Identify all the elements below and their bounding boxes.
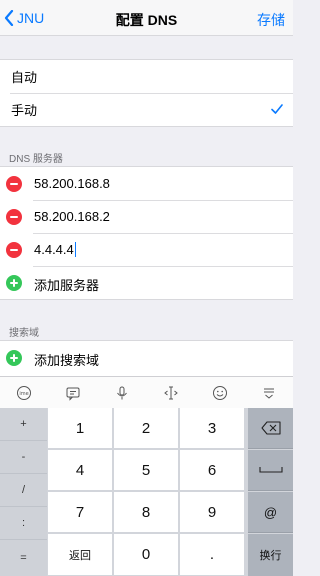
dns-server-value[interactable]: 58.200.168.2: [34, 209, 110, 224]
key-at[interactable]: @: [248, 492, 293, 533]
search-domain-group: 添加搜索域: [0, 340, 293, 380]
key-6[interactable]: 6: [180, 450, 245, 491]
dns-server-row[interactable]: 58.200.168.8: [0, 167, 293, 200]
return-key[interactable]: 换行: [248, 534, 293, 576]
dns-section-header: DNS 服务器: [9, 154, 63, 165]
mode-group: 自动 手动: [0, 59, 293, 127]
delete-icon[interactable]: [6, 242, 22, 258]
key-1[interactable]: 1: [48, 408, 113, 449]
page-title: 配置 DNS: [115, 12, 178, 28]
nav-bar: JNU 配置 DNS 存储: [0, 0, 293, 36]
search-section-header: 搜索域: [9, 328, 39, 339]
smiley-icon[interactable]: [195, 377, 244, 408]
key-0[interactable]: 0: [114, 534, 179, 576]
key-dot[interactable]: .: [180, 534, 245, 576]
text-cursor: [74, 242, 76, 257]
add-search-domain-row[interactable]: 添加搜索域: [0, 341, 293, 374]
symbol-column: + - / : =: [0, 408, 47, 576]
microphone-icon[interactable]: [98, 377, 147, 408]
number-keypad: + - / : = 1 2 3 4 5 6 7 8 9 返回 0 . @ 换行: [0, 408, 293, 576]
key-8[interactable]: 8: [114, 492, 179, 533]
key-4[interactable]: 4: [48, 450, 113, 491]
checkmark-icon: [271, 104, 283, 114]
key-back[interactable]: 返回: [48, 534, 113, 576]
input-method-icon[interactable]: ime: [0, 377, 49, 408]
key-colon[interactable]: :: [0, 507, 47, 540]
dns-server-value[interactable]: 58.200.168.8: [34, 176, 110, 191]
key-5[interactable]: 5: [114, 450, 179, 491]
key-slash[interactable]: /: [0, 474, 47, 507]
key-9[interactable]: 9: [180, 492, 245, 533]
dns-server-input[interactable]: 4.4.4.4: [34, 242, 76, 257]
backspace-key[interactable]: [248, 408, 293, 449]
dns-server-row[interactable]: 58.200.168.2: [0, 200, 293, 233]
add-icon[interactable]: [6, 350, 22, 366]
svg-text:ime: ime: [20, 391, 29, 397]
add-search-domain-label: 添加搜索域: [34, 353, 100, 368]
add-server-label: 添加服务器: [34, 278, 100, 293]
key-3[interactable]: 3: [180, 408, 245, 449]
option-manual[interactable]: 手动: [0, 93, 293, 126]
option-auto-label: 自动: [11, 70, 38, 85]
delete-icon[interactable]: [6, 209, 22, 225]
dismiss-keyboard-icon[interactable]: [244, 377, 293, 408]
key-2[interactable]: 2: [114, 408, 179, 449]
emoji-text-icon[interactable]: [49, 377, 98, 408]
add-icon[interactable]: [6, 275, 22, 291]
backspace-icon: [260, 421, 281, 435]
key-minus[interactable]: -: [0, 441, 47, 474]
delete-icon[interactable]: [6, 176, 22, 192]
space-icon: [258, 467, 283, 473]
dns-server-group: 58.200.168.8 58.200.168.2 4.4.4.4 添加服务器: [0, 166, 293, 300]
option-manual-label: 手动: [11, 103, 38, 118]
cursor-move-icon[interactable]: [146, 377, 195, 408]
dns-server-row[interactable]: 4.4.4.4: [0, 233, 293, 266]
keyboard-toolbar: ime: [0, 376, 293, 408]
add-server-row[interactable]: 添加服务器: [0, 266, 293, 299]
key-equals[interactable]: =: [0, 540, 47, 576]
space-key[interactable]: [248, 450, 293, 491]
key-7[interactable]: 7: [48, 492, 113, 533]
key-plus[interactable]: +: [0, 408, 47, 441]
option-auto[interactable]: 自动: [0, 60, 293, 93]
save-button[interactable]: 存储: [257, 10, 285, 30]
